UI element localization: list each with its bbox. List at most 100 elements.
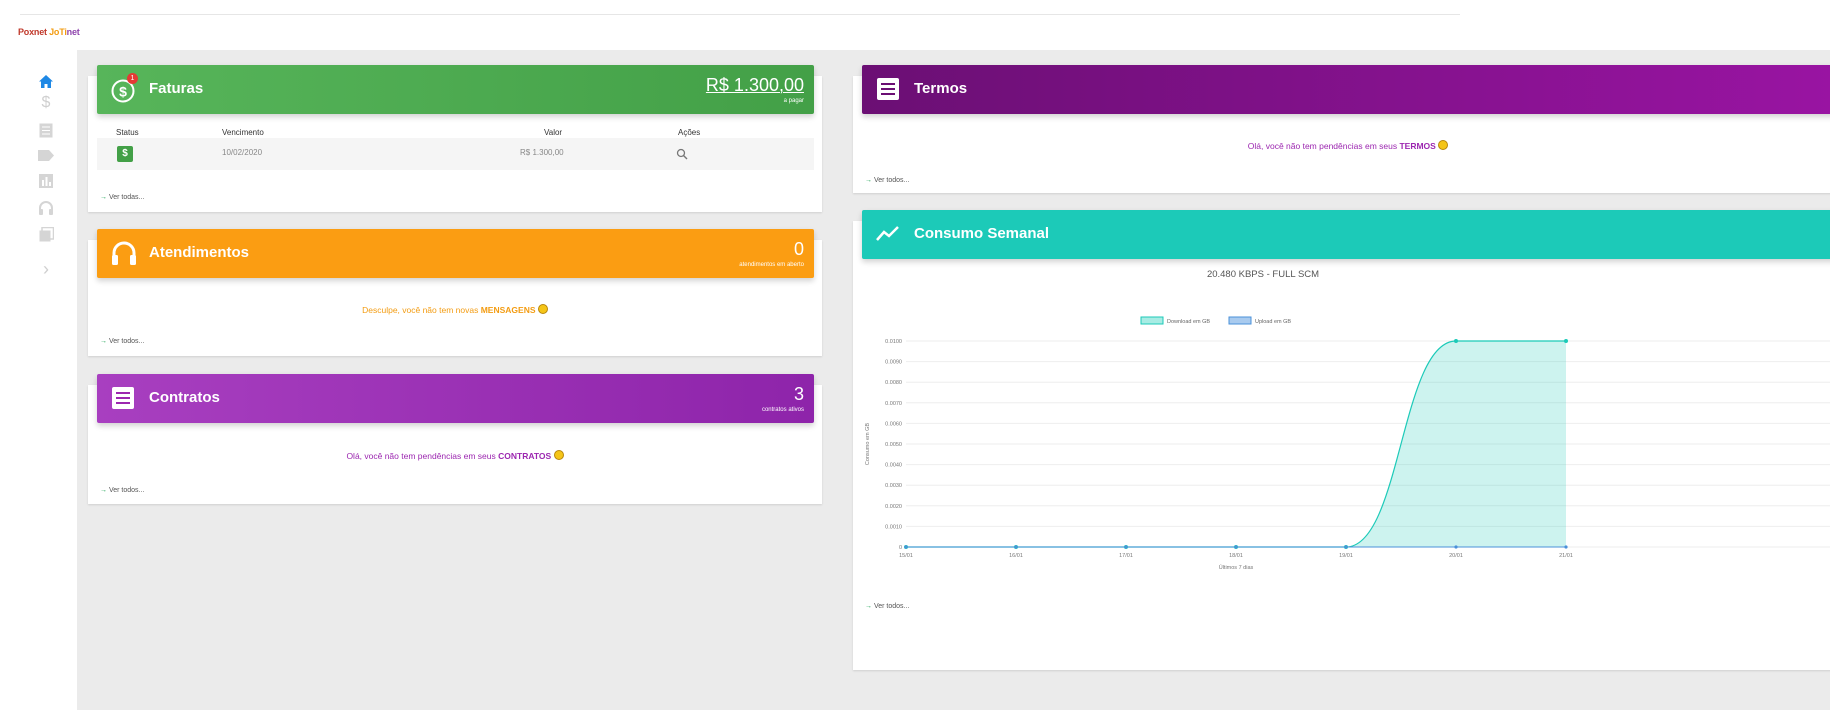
message-text: Olá, você não tem pendências em seus — [1247, 141, 1398, 151]
sidebar: $ › — [0, 50, 77, 710]
headset-icon — [111, 241, 136, 265]
contratos-ver-todos-link[interactable]: → Ver todos... — [100, 487, 144, 494]
valor-value: R$ 1.300,00 — [520, 148, 564, 157]
y-tick-label: 0.0040 — [885, 463, 902, 469]
faturas-header: $ 1 Faturas R$ 1.300,00 a pagar — [97, 65, 814, 114]
upload-point — [1014, 545, 1018, 549]
faturas-amount: R$ 1.300,00 — [705, 75, 804, 95]
ver-todos-label: Ver todos... — [873, 177, 910, 184]
y-tick-label: 0.0080 — [885, 380, 902, 386]
contratos-title: Contratos — [149, 389, 220, 406]
termos-title: Termos — [914, 80, 968, 97]
upload-point — [1234, 545, 1238, 549]
status-badge[interactable]: $ — [117, 146, 133, 162]
upload-point — [1124, 545, 1128, 549]
logo[interactable]: Poxnet JoTinet — [18, 27, 80, 37]
y-tick-label: 0 — [899, 545, 902, 551]
ver-todos-label: Ver todos... — [108, 338, 145, 345]
chevron-right-icon[interactable]: › — [37, 259, 55, 279]
col-acoes: Ações — [678, 128, 701, 137]
ver-todas-label: Ver todas... — [108, 194, 145, 201]
document-icon — [876, 77, 900, 101]
consumo-card: Consumo Semanal 20.480 KBPS - FULL SCM D… — [853, 210, 1830, 670]
termos-header: Termos — [862, 65, 1830, 114]
legend-label-download: Download em GB — [1167, 319, 1210, 325]
upload-point — [1454, 545, 1458, 549]
legend-swatch-upload — [1228, 316, 1252, 325]
col-status: Status — [116, 128, 139, 137]
y-tick-label: 0.0070 — [885, 401, 902, 407]
tag-icon[interactable] — [37, 146, 55, 164]
top-divider — [20, 14, 1460, 15]
copy-icon[interactable] — [37, 225, 55, 243]
y-tick-label: 0.0050 — [885, 442, 902, 448]
x-tick-label: 18/01 — [1229, 553, 1243, 559]
message-keyword: TERMOS — [1399, 141, 1436, 151]
ver-todos-label: Ver todos... — [873, 603, 910, 610]
logo-part-1: Poxnet — [18, 27, 47, 37]
atendimentos-ver-todos-link[interactable]: → Ver todos... — [100, 338, 144, 345]
document-icon[interactable] — [37, 121, 55, 139]
search-icon[interactable] — [676, 147, 688, 165]
arrow-right-icon: → — [865, 177, 872, 184]
message-text: Desculpe, você não tem novas — [362, 305, 479, 315]
table-row: $ 10/02/2020 R$ 1.300,00 — [97, 138, 814, 170]
termos-message: Olá, você não tem pendências em seus TER… — [853, 140, 1830, 151]
top-bar: Poxnet JoTinet — [0, 0, 1830, 50]
atendimentos-header: Atendimentos 0 atendimentos em aberto — [97, 229, 814, 278]
logo-part-3: net — [66, 27, 80, 37]
message-keyword: CONTRATOS — [498, 451, 552, 461]
contratos-card: Contratos 3 contratos ativos Olá, você n… — [88, 374, 822, 504]
arrow-right-icon: → — [100, 338, 107, 345]
y-tick-label: 0.0030 — [885, 483, 902, 489]
faturas-ver-todas-link[interactable]: → Ver todas... — [100, 194, 144, 201]
y-tick-label: 0.0020 — [885, 504, 902, 510]
contratos-count: 3 — [793, 384, 804, 404]
contratos-message: Olá, você não tem pendências em seus CON… — [88, 450, 822, 461]
faturas-card: $ 1 Faturas R$ 1.300,00 a pagar Status V… — [88, 65, 822, 212]
consumo-header: Consumo Semanal — [862, 210, 1830, 259]
dollar-icon[interactable]: $ — [37, 94, 55, 112]
vencimento-value: 10/02/2020 — [222, 148, 263, 157]
home-icon[interactable] — [37, 72, 55, 90]
legend-label-upload: Upload em GB — [1255, 319, 1291, 325]
ver-todos-label: Ver todos... — [108, 487, 145, 494]
faturas-title: Faturas — [149, 80, 204, 97]
y-tick-label: 0.0060 — [885, 421, 902, 427]
headset-icon[interactable] — [37, 199, 55, 217]
upload-point — [1564, 545, 1568, 549]
legend-swatch-download — [1140, 316, 1164, 325]
termos-ver-todos-link[interactable]: → Ver todos... — [865, 177, 909, 184]
col-vencimento: Vencimento — [222, 128, 264, 137]
main-content: $ 1 Faturas R$ 1.300,00 a pagar Status V… — [77, 50, 1830, 710]
arrow-right-icon: → — [100, 487, 107, 494]
sad-emoji-icon — [537, 304, 548, 314]
arrow-right-icon: → — [865, 603, 872, 610]
consumo-title: Consumo Semanal — [914, 225, 1050, 242]
message-keyword: MENSAGENS — [480, 305, 536, 315]
x-tick-label: 20/01 — [1449, 553, 1463, 559]
x-tick-label: 16/01 — [1009, 553, 1023, 559]
x-axis-label: Últimos 7 dias — [1219, 564, 1254, 571]
download-point — [1454, 339, 1458, 343]
svg-text:$: $ — [119, 84, 127, 100]
x-tick-label: 17/01 — [1119, 553, 1133, 559]
download-point — [1564, 339, 1568, 343]
arrow-right-icon: → — [100, 194, 107, 201]
atendimentos-message: Desculpe, você não tem novas MENSAGENS — [88, 304, 822, 315]
trending-up-icon — [876, 222, 900, 246]
document-icon — [111, 386, 135, 410]
atendimentos-count-sub: atendimentos em aberto — [739, 262, 804, 268]
notification-badge: 1 — [127, 73, 138, 84]
y-tick-label: 0.0100 — [885, 339, 902, 345]
consumo-chart: Download em GB Upload em GB 0 0.0010 0.0020 0… — [865, 316, 1830, 571]
chart-icon[interactable] — [37, 172, 55, 190]
termos-card: Termos Olá, você não tem pendências em s… — [853, 65, 1830, 193]
contratos-count-sub: contratos ativos — [761, 407, 804, 413]
consumo-ver-todos-link[interactable]: → Ver todos... — [865, 603, 909, 610]
upload-point — [904, 545, 908, 549]
x-tick-label: 15/01 — [899, 553, 913, 559]
message-text: Olá, você não tem pendências em seus — [346, 451, 496, 461]
plan-label: 20.480 KBPS - FULL SCM — [1206, 269, 1320, 280]
y-tick-label: 0.0090 — [885, 360, 902, 366]
